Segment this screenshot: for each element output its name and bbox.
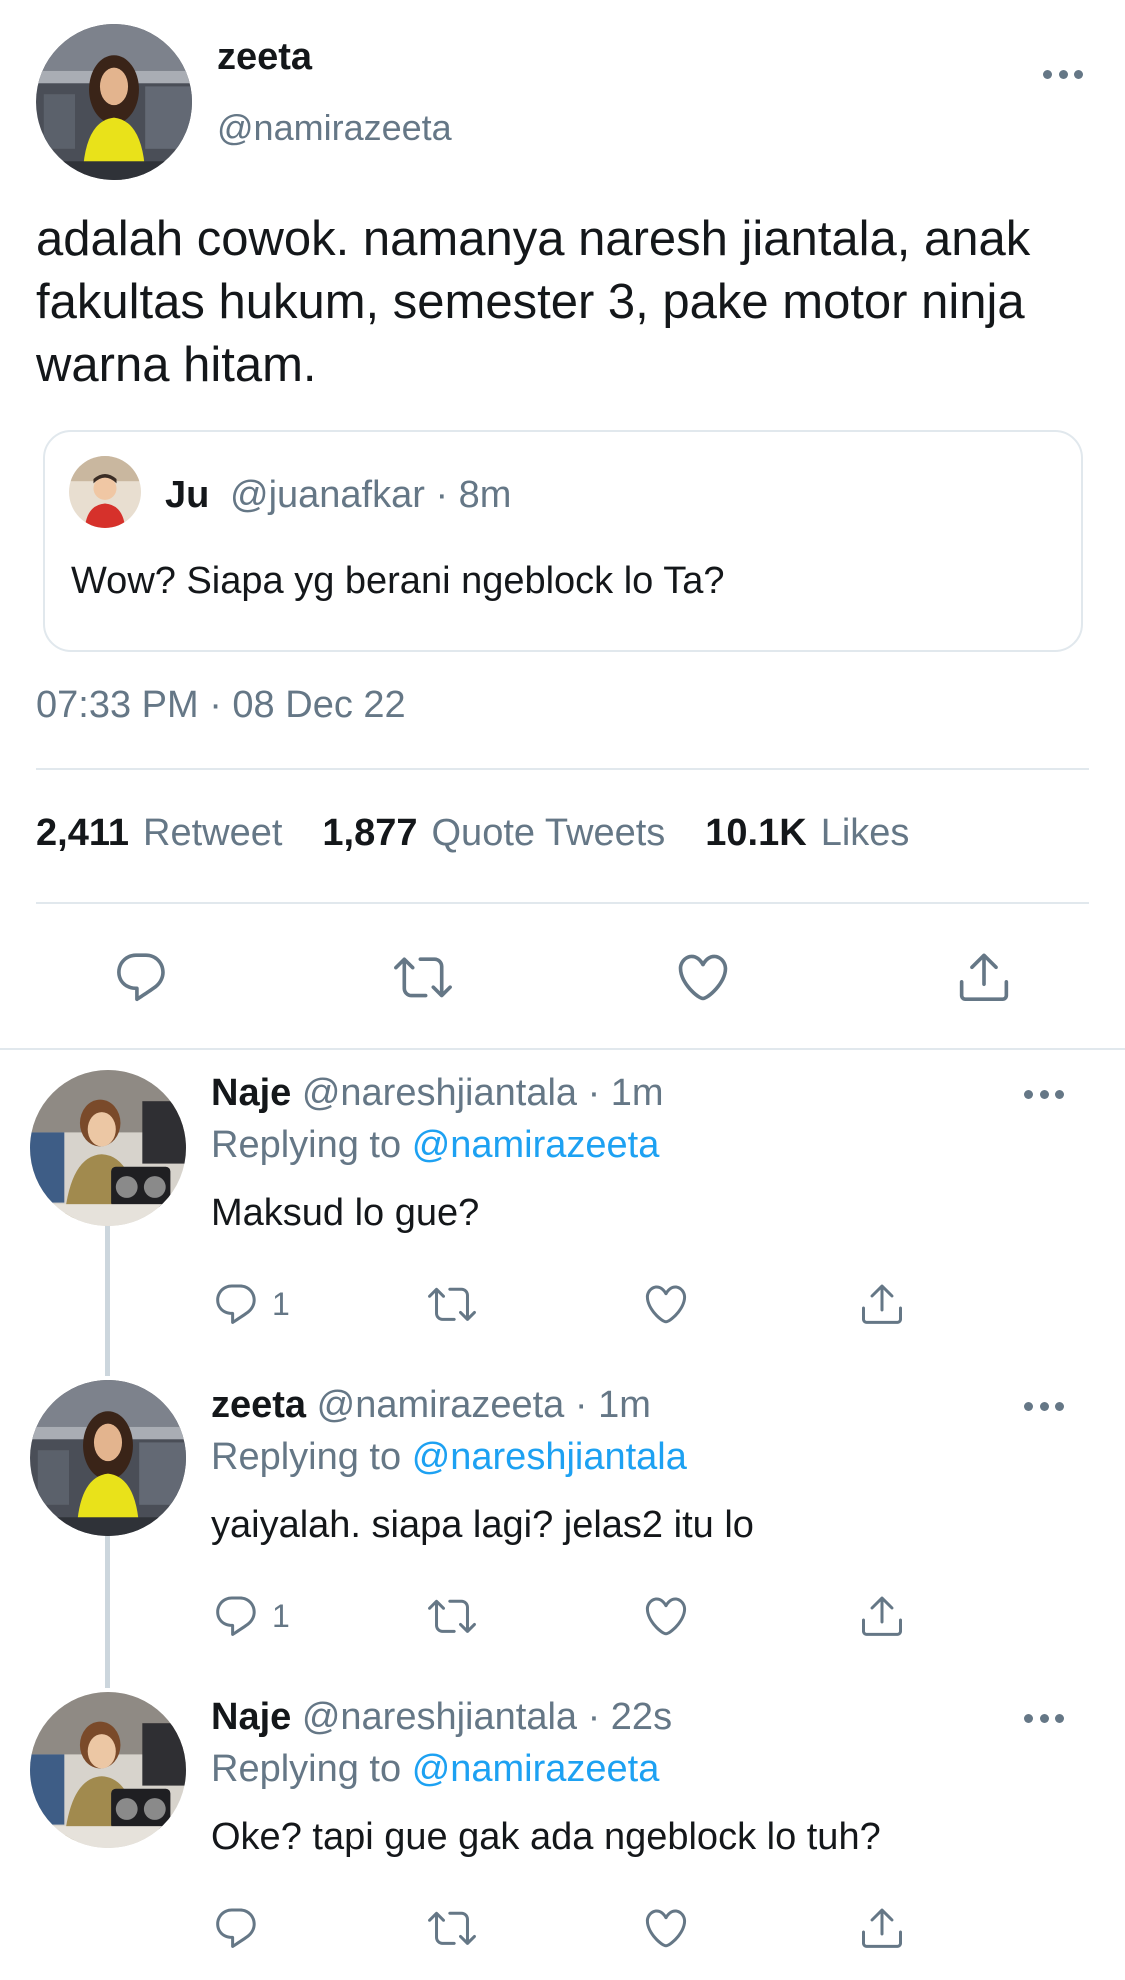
reply-author-meta[interactable]: @nareshjiantala · 1m	[302, 1072, 664, 1114]
tweet-stats: 2,411 Retweet 1,877 Quote Tweets 10.1K L…	[36, 812, 949, 855]
replying-to: Replying to @namirazeeta	[211, 1124, 659, 1167]
more-icon[interactable]	[1043, 68, 1083, 80]
share-icon	[858, 1280, 906, 1328]
divider	[0, 1048, 1125, 1050]
like-count[interactable]: 10.1K	[705, 812, 806, 855]
retweet-icon	[426, 1904, 478, 1952]
quote-author-meta: @juanafkar · 8m	[230, 474, 512, 516]
heart-icon	[642, 1592, 690, 1640]
reply-text: Oke? tapi gue gak ada ngeblock lo tuh?	[211, 1816, 881, 1858]
quote-count[interactable]: 1,877	[322, 812, 417, 855]
retweet-icon	[426, 1592, 478, 1640]
replying-to: Replying to @namirazeeta	[211, 1748, 659, 1791]
quote-avatar-image	[69, 456, 141, 528]
quote-label[interactable]: Quote Tweets	[432, 812, 666, 855]
like-button[interactable]	[642, 1280, 690, 1328]
tweet-text: adalah cowok. namanya naresh jiantala, a…	[36, 212, 1031, 392]
retweet-count[interactable]: 2,411	[36, 812, 129, 855]
avatar-image	[30, 1070, 186, 1226]
share-button[interactable]	[858, 1280, 906, 1328]
reply-button[interactable]	[212, 1904, 260, 1952]
avatar[interactable]	[36, 24, 192, 180]
reply-author-meta[interactable]: @namirazeeta · 1m	[317, 1384, 651, 1426]
reply-avatar[interactable]	[30, 1380, 186, 1536]
share-button[interactable]	[955, 948, 1013, 1006]
share-button[interactable]	[858, 1904, 906, 1952]
replying-mention[interactable]: @namirazeeta	[412, 1748, 660, 1790]
divider	[36, 768, 1089, 770]
reply-header: Naje @nareshjiantala · 1m	[211, 1072, 664, 1115]
reply-text: Maksud lo gue?	[211, 1192, 480, 1234]
avatar-image	[30, 1692, 186, 1848]
reply-author-name[interactable]: zeeta	[211, 1384, 306, 1426]
quote-text: Wow? Siapa yg berani ngeblock lo Ta?	[71, 560, 725, 602]
quote-avatar[interactable]	[69, 456, 141, 528]
heart-icon	[674, 948, 732, 1006]
thread-line	[105, 1536, 110, 1688]
reply-button[interactable]	[212, 1592, 260, 1640]
reply-text: yaiyalah. siapa lagi? jelas2 itu lo	[211, 1504, 754, 1546]
replying-mention[interactable]: @namirazeeta	[412, 1124, 660, 1166]
share-icon	[955, 948, 1013, 1006]
like-button[interactable]	[674, 948, 732, 1006]
reply-count: 1	[272, 1598, 290, 1634]
more-icon[interactable]	[1024, 1088, 1064, 1100]
more-icon[interactable]	[1024, 1400, 1064, 1412]
reply-avatar[interactable]	[30, 1070, 186, 1226]
retweet-button[interactable]	[426, 1280, 478, 1328]
share-icon	[858, 1904, 906, 1952]
reply-count: 1	[272, 1286, 290, 1322]
like-label[interactable]: Likes	[821, 812, 910, 855]
retweet-button[interactable]	[392, 948, 454, 1006]
like-button[interactable]	[642, 1904, 690, 1952]
reply-avatar[interactable]	[30, 1692, 186, 1848]
reply-author-name[interactable]: Naje	[211, 1072, 291, 1114]
avatar-image	[30, 1380, 186, 1536]
reply-header: zeeta @namirazeeta · 1m	[211, 1384, 651, 1427]
reply-button[interactable]	[112, 948, 170, 1006]
like-button[interactable]	[642, 1592, 690, 1640]
more-icon[interactable]	[1024, 1712, 1064, 1724]
quote-author-name: Ju	[165, 474, 210, 516]
share-button[interactable]	[858, 1592, 906, 1640]
share-icon	[858, 1592, 906, 1640]
quoted-tweet[interactable]: Ju @juanafkar · 8m Wow? Siapa yg berani …	[43, 430, 1083, 652]
reply-author-name[interactable]: Naje	[211, 1696, 291, 1738]
retweet-button[interactable]	[426, 1904, 478, 1952]
retweet-icon	[426, 1280, 478, 1328]
replying-mention[interactable]: @nareshjiantala	[412, 1436, 687, 1478]
heart-icon	[642, 1280, 690, 1328]
reply-button[interactable]	[212, 1280, 260, 1328]
retweet-button[interactable]	[426, 1592, 478, 1640]
reply-icon	[112, 948, 170, 1006]
retweet-icon	[392, 948, 454, 1006]
replying-prefix: Replying to	[211, 1748, 402, 1790]
reply-header: Naje @nareshjiantala · 22s	[211, 1696, 672, 1739]
author-handle[interactable]: @namirazeeta	[217, 107, 452, 149]
replying-prefix: Replying to	[211, 1124, 402, 1166]
heart-icon	[642, 1904, 690, 1952]
reply-icon	[212, 1904, 260, 1952]
tweet-timestamp[interactable]: 07:33 PM · 08 Dec 22	[36, 684, 406, 727]
retweet-label[interactable]: Retweet	[143, 812, 282, 855]
reply-icon	[212, 1280, 260, 1328]
divider	[36, 902, 1089, 904]
reply-icon	[212, 1592, 260, 1640]
author-name[interactable]: zeeta	[217, 36, 312, 79]
replying-prefix: Replying to	[211, 1436, 402, 1478]
avatar-image	[36, 24, 192, 180]
replying-to: Replying to @nareshjiantala	[211, 1436, 687, 1479]
thread-line	[105, 1224, 110, 1376]
reply-author-meta[interactable]: @nareshjiantala · 22s	[302, 1696, 672, 1738]
